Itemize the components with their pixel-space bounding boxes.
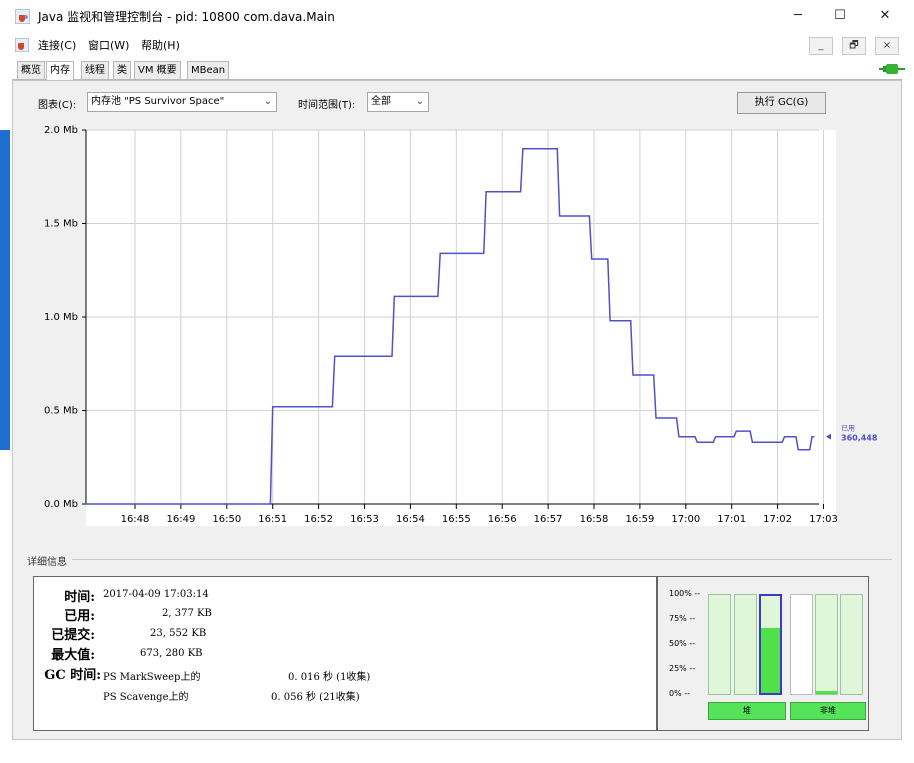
x-tick-label: 17:00 (671, 514, 700, 525)
pool-bar-eden[interactable] (708, 594, 731, 695)
pool-fill (761, 628, 780, 693)
x-tick-label: 16:53 (350, 514, 379, 525)
pct-label-25: 25% -- (669, 664, 696, 673)
legend-current-value: 360,448 (841, 434, 878, 443)
tab-memory[interactable]: 内存 (46, 61, 74, 80)
chart-select-value: 内存池 "PS Survivor Space" (91, 96, 225, 107)
x-tick-label: 16:54 (396, 514, 425, 525)
x-tick-label: 16:48 (121, 514, 150, 525)
x-tick-label: 16:49 (166, 514, 195, 525)
x-tick-label: 16:59 (625, 514, 654, 525)
x-tick-label: 16:55 (442, 514, 471, 525)
y-tick-label: 0.5 Mb (44, 406, 78, 417)
close-button[interactable]: ✕ (873, 6, 897, 26)
window-title: Java 监视和管理控制台 - pid: 10800 com.dava.Main (38, 10, 335, 24)
chart-label: 图表(C): (38, 100, 77, 111)
detail-gc-time-label: GC 时间: (44, 668, 101, 683)
pool-bar-nonheap-b[interactable] (815, 594, 838, 695)
details-divider (72, 559, 892, 560)
x-tick-label: 17:01 (717, 514, 746, 525)
mdi-close-button[interactable]: × (875, 37, 899, 55)
pool-fill (816, 691, 837, 694)
heap-button[interactable]: 堆 (708, 702, 786, 720)
pool-bar-nonheap-a[interactable] (790, 594, 813, 695)
x-tick-label: 16:58 (580, 514, 609, 525)
y-tick-label: 1.5 Mb (44, 219, 78, 230)
gc-scavenge-value: 0. 056 秒 (21收集) (271, 692, 360, 703)
gc-marksweep-value: 0. 016 秒 (1收集) (288, 672, 371, 683)
x-tick-label: 16:51 (258, 514, 287, 525)
tab-threads[interactable]: 线程 (81, 61, 109, 79)
detail-time-value: 2017-04-09 17:03:14 (103, 589, 209, 600)
nonheap-button[interactable]: 非堆 (790, 702, 866, 720)
y-axis-ticks: 2.0 Mb 1.5 Mb 1.0 Mb 0.5 Mb 0.0 Mb (44, 125, 86, 510)
x-tick-label: 16:56 (488, 514, 517, 525)
detail-used-label: 已用: (64, 609, 95, 624)
details-title: 详细信息 (27, 557, 67, 568)
detail-committed-value: 23, 552 KB (150, 628, 207, 639)
x-tick-label: 17:02 (763, 514, 792, 525)
minimize-button[interactable]: ─ (786, 6, 810, 26)
time-range-value: 全部 (371, 96, 391, 107)
plot-area (86, 130, 836, 526)
pct-label-50: 50% -- (669, 639, 696, 648)
x-tick-label: 16:50 (212, 514, 241, 525)
tab-mbean[interactable]: MBean (187, 61, 230, 79)
detail-max-value: 673, 280 KB (140, 648, 203, 659)
mdi-minimize-button[interactable]: _ (809, 37, 833, 55)
detail-committed-label: 已提交: (51, 628, 95, 643)
java-cup-icon (15, 38, 29, 52)
tab-classes[interactable]: 类 (113, 61, 131, 79)
pool-bar-survivor-a[interactable] (734, 594, 757, 695)
pool-bar-survivor-selected[interactable] (759, 594, 782, 695)
gc-scavenge-name: PS Scavenge上的 (103, 692, 189, 703)
chevron-down-icon: ⌄ (415, 96, 424, 107)
menu-connection[interactable]: 连接(C) (38, 37, 76, 53)
pct-label-75: 75% -- (669, 614, 696, 623)
gc-marksweep-name: PS MarkSweep上的 (103, 672, 201, 683)
desktop-edge (0, 130, 10, 450)
memory-chart: 2.0 Mb 1.5 Mb 1.0 Mb 0.5 Mb 0.0 Mb 16:48 16:4… (44, 125, 878, 526)
pct-label-0: 0% -- (669, 689, 691, 698)
legend-series-name: 已用 (841, 425, 855, 433)
y-tick-label: 1.0 Mb (44, 312, 78, 323)
x-tick-label: 17:03 (809, 514, 838, 525)
chevron-down-icon: ⌄ (263, 96, 272, 107)
connected-plug-icon (879, 64, 905, 74)
java-cup-icon (15, 9, 30, 24)
detail-used-value: 2, 377 KB (162, 608, 212, 619)
chart-select[interactable]: 内存池 "PS Survivor Space" ⌄ (87, 92, 277, 112)
perform-gc-button[interactable]: 执行 GC(G) (737, 92, 826, 114)
menu-window[interactable]: 窗口(W) (88, 37, 129, 53)
detail-time-label: 时间: (64, 590, 95, 605)
pool-bar-nonheap-c[interactable] (840, 594, 863, 695)
y-tick-label: 0.0 Mb (44, 499, 78, 510)
detail-max-label: 最大值: (51, 648, 95, 663)
tab-overview[interactable]: 概览 (17, 61, 45, 79)
menu-help[interactable]: 帮助(H) (141, 37, 180, 53)
menu-bar (0, 33, 914, 57)
pct-label-100: 100% -- (669, 589, 701, 598)
time-range-label: 时间范围(T): (298, 100, 356, 111)
tab-vm-summary[interactable]: VM 概要 (134, 61, 181, 79)
y-tick-label: 2.0 Mb (44, 125, 78, 136)
x-tick-label: 16:52 (304, 514, 333, 525)
x-tick-label: 16:57 (534, 514, 563, 525)
maximize-button[interactable]: ☐ (828, 6, 852, 26)
mdi-restore-button[interactable]: 🗗 (842, 37, 866, 55)
time-range-select[interactable]: 全部 ⌄ (367, 92, 429, 112)
